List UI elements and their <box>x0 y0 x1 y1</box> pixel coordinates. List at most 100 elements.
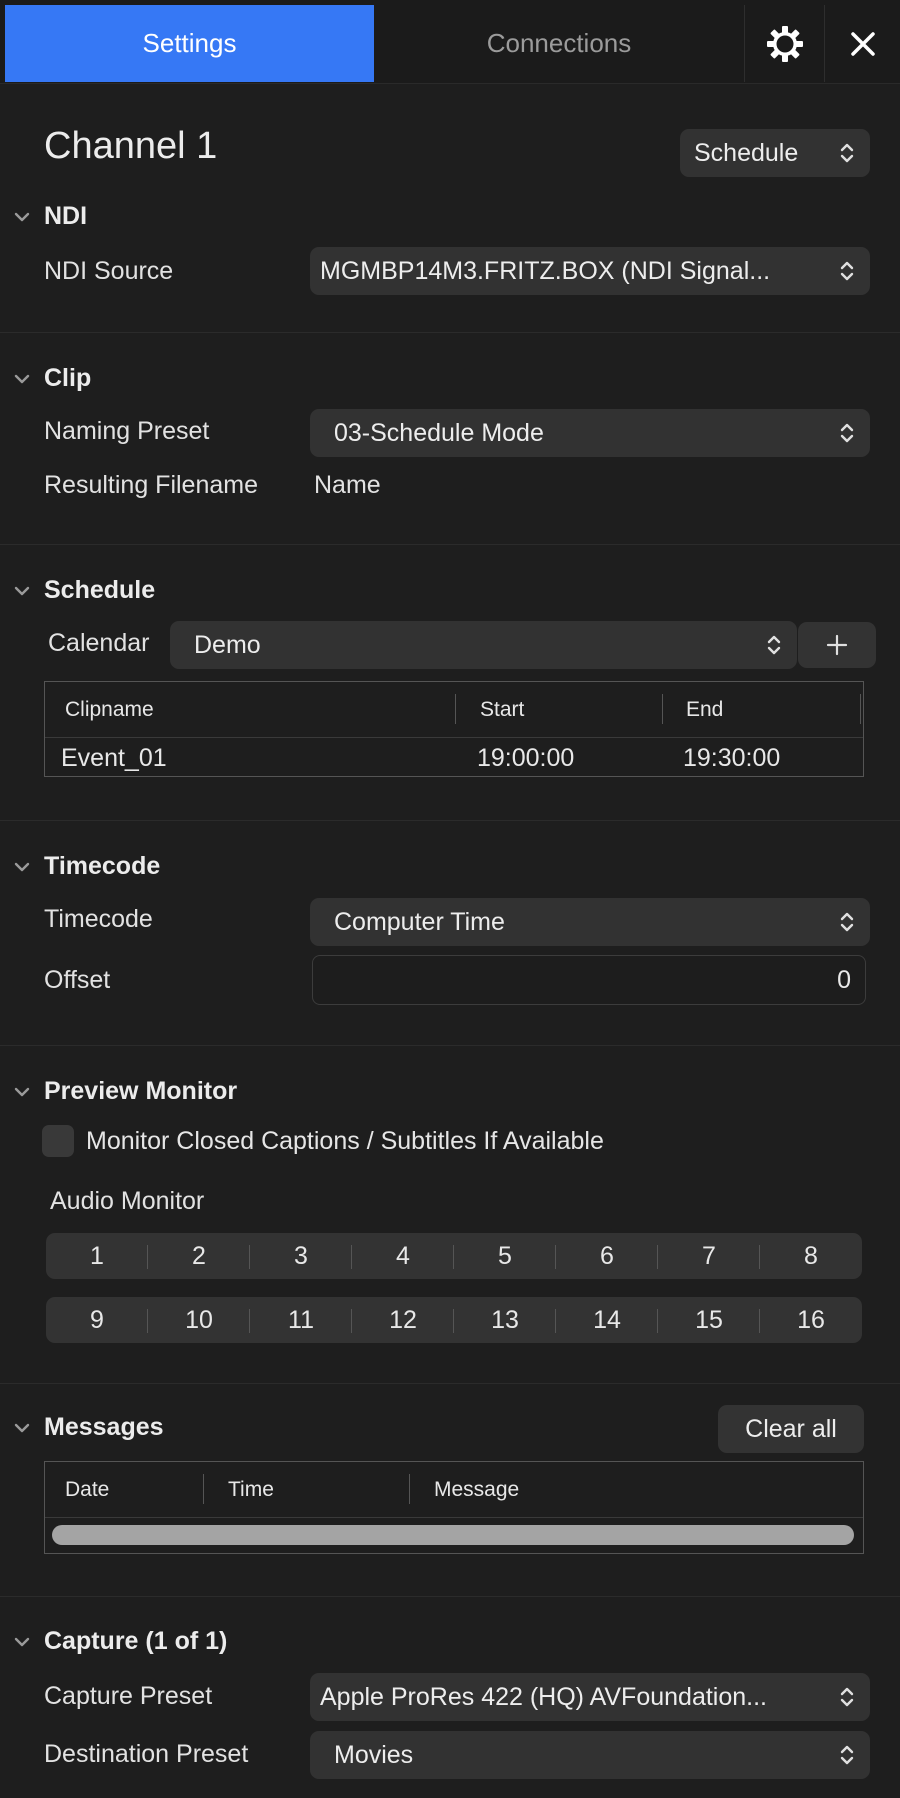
section-clip-header[interactable]: Clip <box>14 364 91 393</box>
audio-channels-row-1: 1 2 3 4 5 6 7 8 <box>46 1233 862 1279</box>
cell-end: 19:30:00 <box>683 744 781 772</box>
capture-preset-label: Capture Preset <box>44 1682 213 1710</box>
audio-channel-9[interactable]: 9 <box>46 1297 148 1343</box>
captions-checkbox[interactable] <box>42 1125 74 1157</box>
section-ndi-header[interactable]: NDI <box>14 202 87 231</box>
table-row[interactable]: Event_01 19:00:00 19:30:00 <box>45 739 863 777</box>
audio-monitor-label: Audio Monitor <box>50 1187 205 1215</box>
audio-channel-15[interactable]: 15 <box>658 1297 760 1343</box>
mode-popup-value: Schedule <box>694 138 799 167</box>
column-header-start[interactable]: Start <box>480 698 524 722</box>
calendar-popup[interactable]: Demo <box>170 621 797 669</box>
tab-settings[interactable]: Settings <box>5 5 374 82</box>
section-capture-title: Capture (1 of 1) <box>44 1627 228 1655</box>
add-calendar-button[interactable] <box>798 622 876 668</box>
settings-button[interactable] <box>744 5 824 82</box>
column-header-clipname[interactable]: Clipname <box>65 698 154 722</box>
section-schedule-header[interactable]: Schedule <box>14 576 155 605</box>
chevron-down-icon <box>14 212 30 221</box>
offset-value: 0 <box>837 965 851 994</box>
audio-channels-row-2: 9 10 11 12 13 14 15 16 <box>46 1297 862 1343</box>
section-preview-header[interactable]: Preview Monitor <box>14 1077 237 1106</box>
schedule-table: Clipname Start End Event_01 19:00:00 19:… <box>44 681 864 777</box>
ndi-source-popup[interactable]: MGMBP14M3.FRITZ.BOX (NDI Signal... <box>310 247 870 295</box>
updown-chevron-icon <box>840 1687 854 1707</box>
channel-title: Channel 1 <box>44 125 218 167</box>
naming-preset-popup[interactable]: 03-Schedule Mode <box>310 409 870 457</box>
column-header-time[interactable]: Time <box>228 1478 274 1502</box>
close-button[interactable] <box>824 5 900 82</box>
audio-channel-10[interactable]: 10 <box>148 1297 250 1343</box>
chevron-down-icon <box>14 862 30 871</box>
mode-popup[interactable]: Schedule <box>680 129 870 177</box>
offset-field[interactable]: 0 <box>312 955 866 1005</box>
audio-channel-3[interactable]: 3 <box>250 1233 352 1279</box>
section-capture-header[interactable]: Capture (1 of 1) <box>14 1627 227 1656</box>
cell-clipname: Event_01 <box>61 744 167 772</box>
divider <box>0 820 900 821</box>
audio-channel-2[interactable]: 2 <box>148 1233 250 1279</box>
horizontal-scrollbar[interactable] <box>52 1525 854 1545</box>
chevron-down-icon <box>14 1423 30 1432</box>
resulting-filename-value: Name <box>314 471 381 499</box>
audio-channel-7[interactable]: 7 <box>658 1233 760 1279</box>
cell-start: 19:00:00 <box>477 744 575 772</box>
destination-preset-popup[interactable]: Movies <box>310 1731 870 1779</box>
divider <box>0 1383 900 1384</box>
chevron-down-icon <box>14 586 30 595</box>
divider <box>0 544 900 545</box>
destination-preset-label: Destination Preset <box>44 1740 249 1768</box>
audio-channel-11[interactable]: 11 <box>250 1297 352 1343</box>
audio-channel-14[interactable]: 14 <box>556 1297 658 1343</box>
chevron-down-icon <box>14 1637 30 1646</box>
capture-preset-popup[interactable]: Apple ProRes 422 (HQ) AVFoundation... <box>310 1673 870 1721</box>
column-divider[interactable] <box>662 694 663 724</box>
naming-preset-label: Naming Preset <box>44 417 210 445</box>
column-header-end[interactable]: End <box>686 698 723 722</box>
calendar-label: Calendar <box>48 629 150 657</box>
column-divider[interactable] <box>455 694 456 724</box>
tab-bar: Settings Connections <box>0 0 900 84</box>
timecode-value: Computer Time <box>334 907 505 936</box>
messages-table-header: Date Time Message <box>45 1462 863 1518</box>
tab-connections[interactable]: Connections <box>374 5 744 82</box>
section-messages-title: Messages <box>44 1413 164 1441</box>
divider <box>0 1596 900 1597</box>
column-divider[interactable] <box>860 694 861 724</box>
audio-channel-1[interactable]: 1 <box>46 1233 148 1279</box>
column-header-message[interactable]: Message <box>434 1478 519 1502</box>
naming-preset-value: 03-Schedule Mode <box>334 418 544 447</box>
plus-icon <box>826 634 848 656</box>
offset-label: Offset <box>44 966 111 994</box>
destination-preset-value: Movies <box>334 1740 414 1769</box>
section-ndi-title: NDI <box>44 202 88 230</box>
updown-chevron-icon <box>840 261 854 281</box>
section-timecode-header[interactable]: Timecode <box>14 852 160 881</box>
updown-chevron-icon <box>840 143 854 163</box>
updown-chevron-icon <box>767 635 781 655</box>
audio-channel-12[interactable]: 12 <box>352 1297 454 1343</box>
clear-all-button[interactable]: Clear all <box>718 1405 864 1453</box>
ndi-source-label: NDI Source <box>44 257 174 285</box>
column-header-date[interactable]: Date <box>65 1478 109 1502</box>
schedule-table-header: Clipname Start End <box>45 682 863 738</box>
timecode-popup[interactable]: Computer Time <box>310 898 870 946</box>
chevron-down-icon <box>14 374 30 383</box>
audio-channel-6[interactable]: 6 <box>556 1233 658 1279</box>
audio-channel-16[interactable]: 16 <box>760 1297 862 1343</box>
section-schedule-title: Schedule <box>44 576 156 604</box>
divider <box>0 1045 900 1046</box>
column-divider[interactable] <box>203 1474 204 1504</box>
audio-channel-5[interactable]: 5 <box>454 1233 556 1279</box>
column-divider[interactable] <box>409 1474 410 1504</box>
close-icon <box>850 31 875 56</box>
audio-channel-4[interactable]: 4 <box>352 1233 454 1279</box>
section-timecode-title: Timecode <box>44 852 161 880</box>
resulting-filename-label: Resulting Filename <box>44 471 258 499</box>
section-messages-header[interactable]: Messages <box>14 1413 164 1442</box>
updown-chevron-icon <box>840 912 854 932</box>
audio-channel-13[interactable]: 13 <box>454 1297 556 1343</box>
capture-preset-value: Apple ProRes 422 (HQ) AVFoundation... <box>320 1682 767 1711</box>
audio-channel-8[interactable]: 8 <box>760 1233 862 1279</box>
calendar-value: Demo <box>194 630 261 659</box>
